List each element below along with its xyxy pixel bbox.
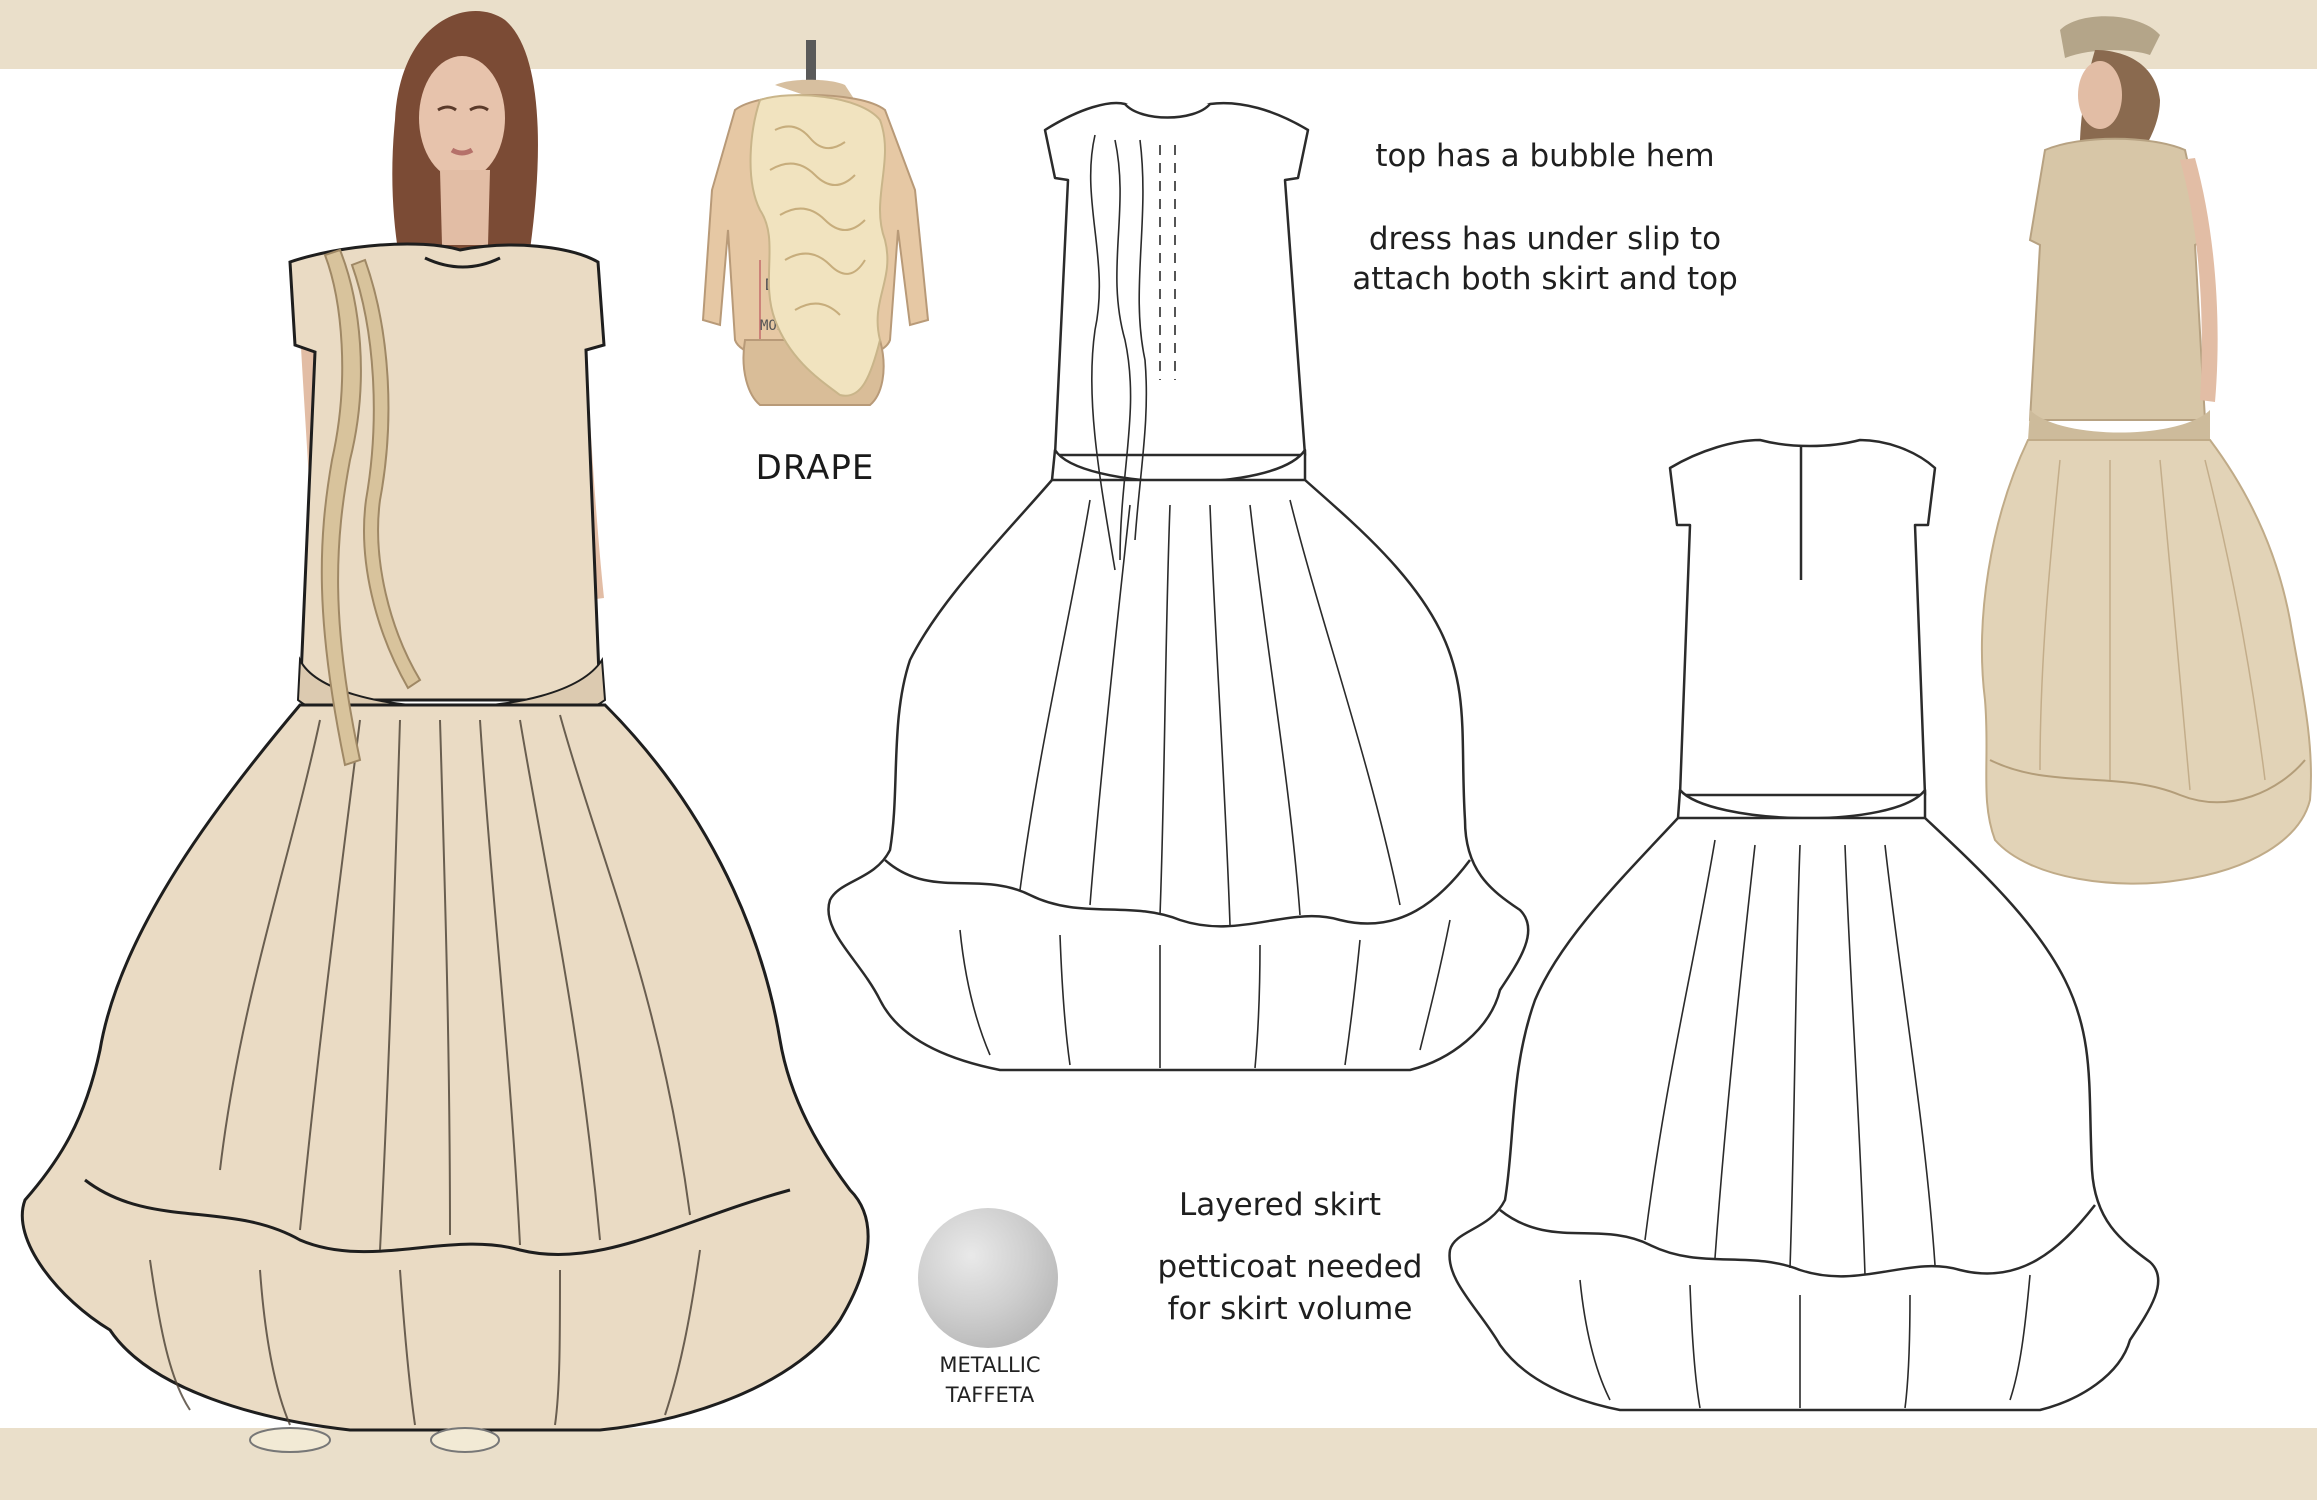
note-under-slip-line1: dress has under slip to [1368, 221, 1722, 257]
note-petticoat-line1: petticoat needed [1157, 1249, 1423, 1285]
note-layered-skirt: Layered skirt [1179, 1187, 1381, 1223]
fabric-swatch [918, 1208, 1058, 1348]
note-under-slip-line2: attach both skirt and top [1352, 261, 1738, 297]
drape-label: DRAPE [755, 448, 875, 488]
fabric-swatch-label: METALLIC TAFFETA [939, 1353, 1041, 1407]
note-bubble-hem: top has a bubble hem [1375, 138, 1715, 174]
note-petticoat-line2: for skirt volume [1167, 1291, 1413, 1327]
